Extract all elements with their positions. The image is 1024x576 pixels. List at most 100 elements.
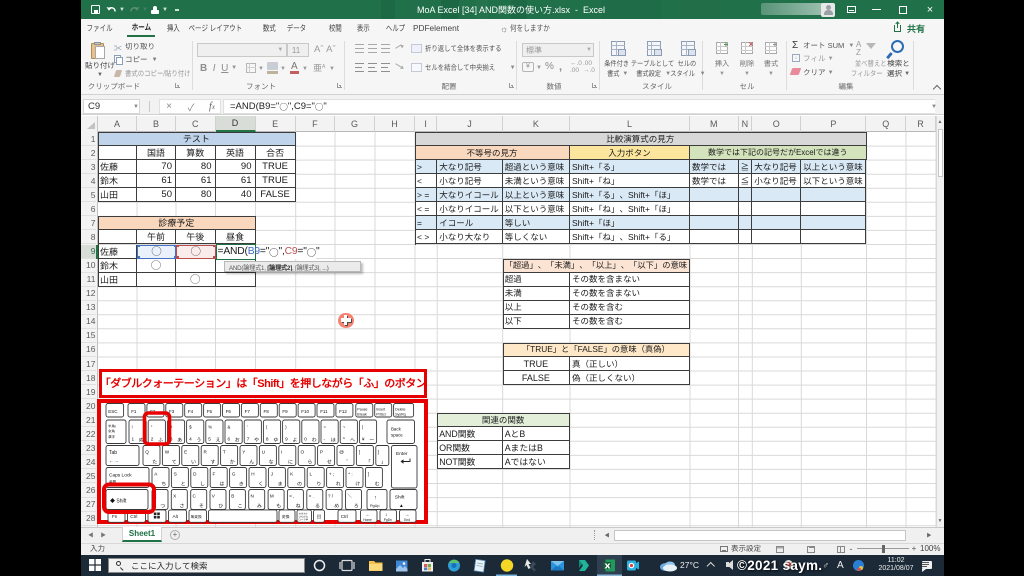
svg-text:Home: Home bbox=[363, 517, 372, 521]
svg-text:Tab: Tab bbox=[109, 450, 117, 456]
svg-text:Ctrl: Ctrl bbox=[130, 514, 137, 519]
svg-text:F6: F6 bbox=[226, 408, 232, 413]
svg-text:< ,: < , bbox=[289, 493, 294, 498]
svg-text:よ: よ bbox=[292, 437, 297, 443]
svg-text:↑: ↑ bbox=[374, 494, 377, 500]
svg-text:ん: ん bbox=[249, 459, 254, 465]
svg-text:|: | bbox=[362, 424, 363, 429]
svg-text:こ: こ bbox=[238, 503, 243, 509]
svg-text:&: & bbox=[228, 424, 231, 429]
svg-text:ま: ま bbox=[278, 481, 283, 487]
svg-text:Insert: Insert bbox=[376, 407, 385, 411]
svg-text:I: I bbox=[281, 449, 282, 454]
svg-text:1: 1 bbox=[132, 436, 135, 441]
svg-text:し: し bbox=[200, 481, 205, 487]
svg-text:ら: ら bbox=[307, 459, 312, 465]
svg-text:N: N bbox=[251, 493, 254, 498]
svg-text:漢字: 漢字 bbox=[108, 435, 115, 439]
svg-text:~: ~ bbox=[343, 424, 346, 429]
svg-text:て: て bbox=[172, 459, 177, 465]
svg-text:る: る bbox=[315, 503, 320, 509]
svg-text:も: も bbox=[276, 503, 281, 509]
svg-text:%: % bbox=[208, 424, 212, 429]
svg-text:た: た bbox=[152, 459, 157, 465]
svg-text:PgDn: PgDn bbox=[384, 517, 392, 521]
svg-text:J: J bbox=[271, 471, 273, 476]
svg-text:=: = bbox=[324, 424, 327, 429]
svg-text:い: い bbox=[191, 459, 196, 465]
svg-text:無変換: 無変換 bbox=[191, 513, 202, 518]
svg-text:え: え bbox=[216, 437, 221, 443]
svg-text:そ: そ bbox=[199, 503, 204, 509]
svg-text:+ ;: + ; bbox=[329, 471, 334, 476]
svg-text:ー: ー bbox=[369, 437, 374, 443]
svg-text:半角/: 半角/ bbox=[108, 424, 116, 428]
svg-text:Alt: Alt bbox=[173, 514, 179, 519]
svg-text:「: 「 bbox=[366, 458, 371, 465]
svg-text:ローマ字: ローマ字 bbox=[299, 517, 309, 521]
svg-text:]: ] bbox=[378, 449, 379, 454]
svg-text:Break: Break bbox=[357, 412, 367, 416]
svg-text:* :: * : bbox=[348, 471, 352, 476]
svg-text:M: M bbox=[270, 493, 274, 498]
svg-text:゛: ゛ bbox=[346, 458, 351, 465]
svg-text:5: 5 bbox=[208, 436, 211, 441]
svg-text:B: B bbox=[231, 493, 234, 498]
svg-text:2: 2 bbox=[151, 436, 154, 441]
svg-text:あ: あ bbox=[177, 437, 182, 443]
svg-text:お: お bbox=[235, 437, 240, 443]
svg-text:S: S bbox=[174, 471, 177, 476]
svg-text:PrtScr: PrtScr bbox=[376, 412, 387, 416]
svg-text:り: り bbox=[316, 481, 321, 487]
svg-text:F8: F8 bbox=[264, 408, 270, 413]
svg-text:]: ] bbox=[368, 471, 369, 476]
svg-text:T: T bbox=[223, 449, 226, 454]
svg-text:う: う bbox=[196, 437, 201, 443]
svg-text:ね: ね bbox=[296, 503, 301, 509]
svg-text:と: と bbox=[181, 481, 186, 487]
svg-text:Y: Y bbox=[242, 449, 245, 454]
svg-text:←→: ←→ bbox=[109, 459, 119, 464]
svg-text:¥: ¥ bbox=[362, 436, 365, 441]
svg-text:O: O bbox=[301, 449, 305, 454]
svg-text:く: く bbox=[258, 480, 263, 487]
svg-text:7: 7 bbox=[247, 436, 250, 441]
svg-text:> .: > . bbox=[309, 493, 314, 498]
svg-text:め: め bbox=[334, 503, 339, 509]
svg-text:か: か bbox=[230, 459, 235, 465]
svg-text:Fn: Fn bbox=[112, 514, 118, 519]
svg-text:? /: ? / bbox=[328, 493, 334, 498]
svg-text:E: E bbox=[184, 449, 187, 454]
svg-text:F5: F5 bbox=[207, 408, 213, 413]
svg-text:Shift: Shift bbox=[395, 494, 405, 500]
svg-text:き: き bbox=[239, 481, 244, 487]
svg-text:End: End bbox=[404, 517, 410, 521]
svg-text:み: み bbox=[257, 503, 262, 509]
svg-text:さ: さ bbox=[180, 503, 185, 509]
svg-text:な: な bbox=[269, 458, 274, 465]
svg-text:L: L bbox=[310, 471, 313, 476]
svg-text:F1: F1 bbox=[131, 408, 137, 413]
svg-text:Q: Q bbox=[145, 449, 149, 454]
svg-text:X: X bbox=[173, 493, 176, 498]
svg-text:ESC: ESC bbox=[108, 408, 118, 413]
svg-text:U: U bbox=[262, 449, 265, 454]
svg-text:む: む bbox=[375, 481, 380, 487]
svg-text:Delete: Delete bbox=[395, 407, 405, 411]
svg-text:ほ: ほ bbox=[331, 437, 336, 443]
svg-text:F12: F12 bbox=[339, 408, 347, 413]
svg-text:に: に bbox=[288, 459, 293, 465]
svg-text:4: 4 bbox=[189, 436, 192, 441]
svg-text:」: 」 bbox=[381, 459, 386, 465]
svg-text:space: space bbox=[391, 432, 403, 437]
svg-text:わ: わ bbox=[312, 437, 317, 443]
svg-text:F3: F3 bbox=[169, 408, 175, 413]
svg-text:ひ: ひ bbox=[218, 503, 223, 509]
svg-text:つ: つ bbox=[160, 503, 165, 509]
svg-text:＼: ＼ bbox=[347, 493, 352, 498]
svg-text:F9: F9 bbox=[282, 408, 288, 413]
svg-text:ろ: ろ bbox=[354, 503, 359, 509]
svg-text:F: F bbox=[213, 471, 216, 476]
svg-text:Caps Lock: Caps Lock bbox=[109, 472, 132, 478]
svg-text:!: ! bbox=[132, 424, 133, 429]
